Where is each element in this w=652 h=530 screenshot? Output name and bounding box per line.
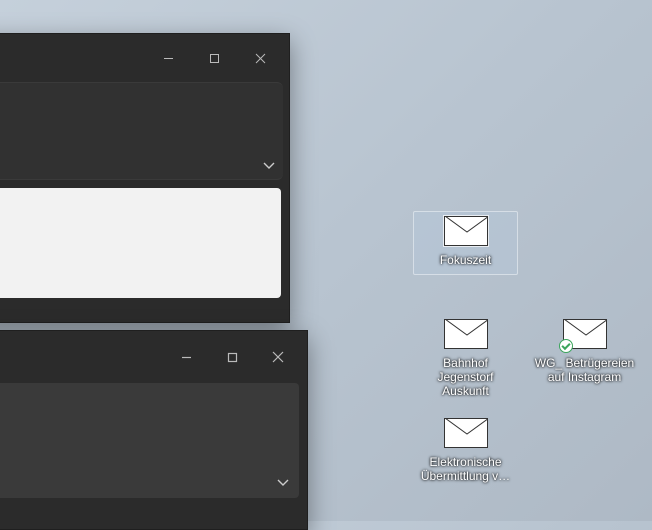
secondary-window	[0, 330, 308, 530]
mail-icon	[444, 418, 488, 448]
maximize-button[interactable]	[209, 341, 255, 373]
minimize-button[interactable]	[163, 341, 209, 373]
outlook-window: Kategorien Plastischer Reader	[0, 33, 290, 323]
icon-label: Fokuszeit	[440, 254, 491, 268]
desktop-icon-elektron[interactable]: Elektronische Übermittlung v…	[413, 418, 518, 484]
desktop-icon-fokuszeit[interactable]: Fokuszeit	[413, 211, 518, 275]
close-button[interactable]	[237, 42, 283, 74]
close-button[interactable]	[255, 341, 301, 373]
minimize-button[interactable]	[145, 42, 191, 74]
titlebar[interactable]	[0, 34, 289, 82]
ribbon-collapse-button[interactable]	[263, 157, 275, 175]
maximize-button[interactable]	[191, 42, 237, 74]
mail-icon	[444, 319, 488, 349]
desktop-icon-bahnhof[interactable]: Bahnhof Jegenstorf Auskunft	[413, 319, 518, 398]
icon-label: WG_ Betrügereien auf Instagram	[535, 357, 635, 385]
message-content-pane[interactable]	[0, 188, 281, 298]
expand-button[interactable]	[277, 474, 289, 492]
mail-icon	[444, 216, 488, 246]
window-body	[0, 383, 299, 498]
sync-check-badge	[559, 339, 573, 353]
ribbon: Kategorien Plastischer Reader	[0, 82, 283, 180]
titlebar[interactable]	[0, 331, 307, 383]
desktop-icon-wg[interactable]: WG_ Betrügereien auf Instagram	[532, 319, 637, 385]
icon-label: Elektronische Übermittlung v…	[416, 456, 516, 484]
mail-icon	[563, 319, 607, 349]
icon-label: Bahnhof Jegenstorf Auskunft	[416, 357, 516, 398]
